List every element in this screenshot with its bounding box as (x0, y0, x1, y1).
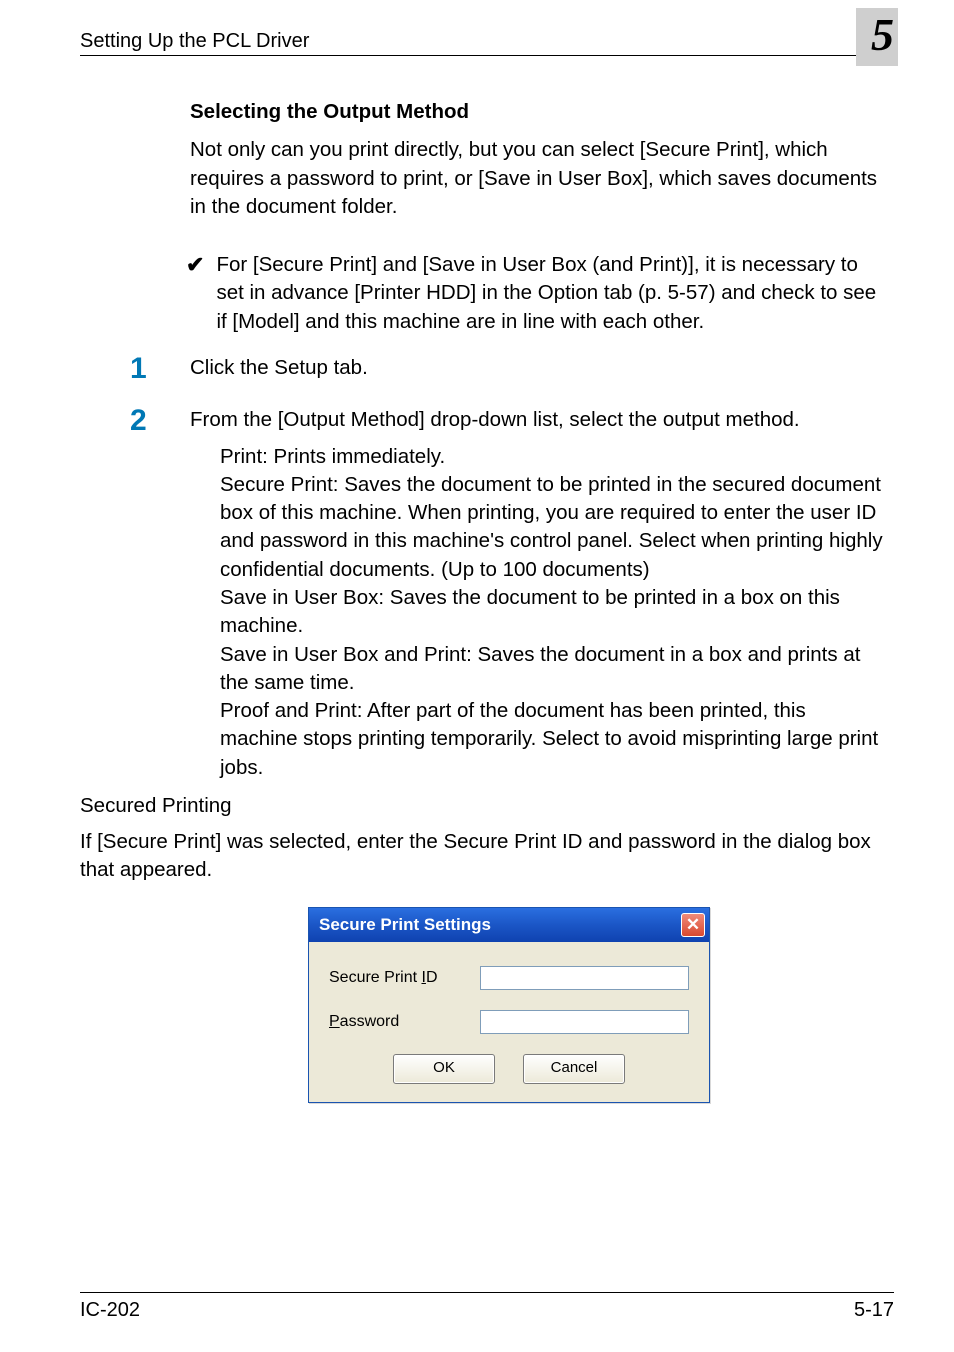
ok-button[interactable]: OK (393, 1054, 495, 1084)
step-1: 1 Click the Setup tab. (190, 354, 888, 382)
label-part: D (426, 969, 438, 986)
chapter-number: 5 (871, 8, 894, 61)
dialog-body: Secure Print ID Password OK (309, 942, 709, 1102)
cancel-button[interactable]: Cancel (523, 1054, 625, 1084)
secured-printing-description: If [Secure Print] was selected, enter th… (80, 828, 888, 885)
secure-print-id-label: Secure Print ID (329, 967, 480, 989)
ok-button-label: OK (433, 1058, 455, 1079)
footer-page-number: 5-17 (854, 1299, 894, 1322)
page-header: Setting Up the PCL Driver 5 (80, 30, 894, 56)
cancel-button-label: Cancel (551, 1058, 598, 1079)
step-1-text: Click the Setup tab. (190, 354, 888, 382)
password-row: Password (329, 1010, 689, 1034)
secure-print-id-row: Secure Print ID (329, 966, 689, 990)
page-footer: IC-202 5-17 (80, 1292, 894, 1322)
password-input[interactable] (480, 1010, 689, 1034)
label-part: Secure Print (329, 969, 421, 986)
label-hotkey: P (329, 1013, 340, 1030)
dialog-button-row: OK Cancel (329, 1054, 689, 1084)
secure-print-id-input[interactable] (480, 966, 689, 990)
dialog-titlebar: Secure Print Settings ✕ (309, 908, 709, 942)
step-2-details: Print: Prints immediately. Secure Print:… (220, 443, 888, 782)
step-2: 2 From the [Output Method] drop-down lis… (190, 406, 888, 782)
step-number-1: 1 (130, 348, 147, 389)
checkmark-icon: ✔ (186, 251, 204, 280)
header-section-title: Setting Up the PCL Driver (80, 30, 309, 53)
secure-print-dialog: Secure Print Settings ✕ Secure Print ID (308, 907, 710, 1103)
secured-printing-heading: Secured Printing (80, 792, 888, 820)
step-2-text: From the [Output Method] drop-down list,… (190, 406, 888, 434)
close-button[interactable]: ✕ (681, 913, 705, 937)
footer-model: IC-202 (80, 1299, 140, 1322)
prerequisite-note: ✔ For [Secure Print] and [Save in User B… (186, 251, 888, 336)
prerequisite-text: For [Secure Print] and [Save in User Box… (216, 251, 888, 336)
subheading-output-method: Selecting the Output Method (190, 98, 888, 126)
close-icon: ✕ (686, 916, 700, 933)
label-part: assword (340, 1013, 400, 1030)
step-number-2: 2 (130, 400, 147, 441)
dialog-title: Secure Print Settings (319, 913, 681, 936)
intro-paragraph: Not only can you print directly, but you… (190, 136, 888, 221)
password-label: Password (329, 1011, 480, 1033)
